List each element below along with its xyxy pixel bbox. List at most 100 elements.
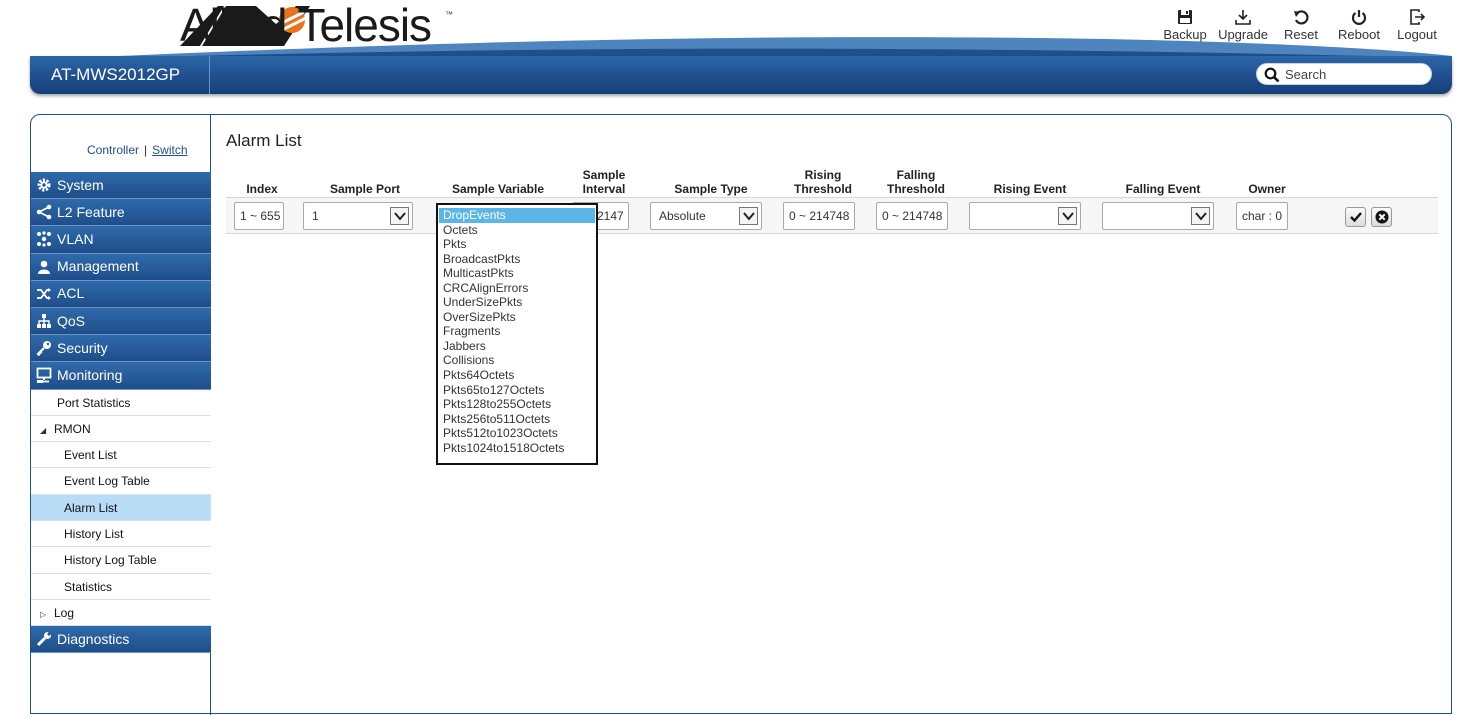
- search-input[interactable]: [1285, 66, 1425, 83]
- rising-threshold-input[interactable]: 0 ~ 214748: [783, 202, 855, 230]
- col-header-owner: Owner: [1248, 182, 1286, 196]
- wrench-icon: [36, 632, 51, 647]
- sample-variable-option[interactable]: OverSizePkts: [438, 310, 596, 325]
- sample-variable-option[interactable]: Collisions: [438, 353, 596, 368]
- sidebar-item-monitoring[interactable]: Monitoring: [31, 362, 211, 390]
- sidebar-item-label: Diagnostics: [57, 630, 130, 647]
- mode-separator: |: [144, 143, 148, 157]
- monitor-icon: [36, 368, 52, 384]
- sidebar-item-label: Security: [57, 339, 108, 356]
- sample-variable-option[interactable]: Pkts64Octets: [438, 368, 596, 383]
- sample-variable-option[interactable]: CRCAlignErrors: [438, 281, 596, 296]
- sample-variable-option[interactable]: DropEvents: [439, 208, 595, 223]
- search-box[interactable]: [1256, 63, 1432, 85]
- sidebar-item-port-statistics[interactable]: Port Statistics: [31, 389, 211, 416]
- reset-button[interactable]: Reset: [1272, 8, 1330, 42]
- sample-variable-option[interactable]: Pkts: [438, 237, 596, 252]
- network-icon: [37, 231, 51, 248]
- sample-variable-option[interactable]: Octets: [438, 223, 596, 238]
- sidebar-item-acl[interactable]: ACL: [31, 280, 211, 308]
- sample-variable-option[interactable]: Fragments: [438, 324, 596, 339]
- backup-button[interactable]: Backup: [1156, 8, 1214, 42]
- cancel-button[interactable]: [1371, 207, 1392, 227]
- col-header-sample-interval-line2: Interval: [582, 182, 626, 196]
- sidebar-item-rmon[interactable]: ◢ RMON: [31, 415, 211, 443]
- sidebar-item-security[interactable]: Security: [31, 335, 211, 363]
- sidebar-item-history-list[interactable]: History List: [31, 520, 211, 548]
- owner-input[interactable]: char : 0: [1236, 202, 1288, 230]
- falling-event-select[interactable]: [1102, 202, 1214, 230]
- toolbar: Backup Upgrade Reset Reboot Logout: [1156, 8, 1446, 42]
- col-header-rising-threshold-line1: Rising: [804, 168, 842, 182]
- sample-variable-option[interactable]: UnderSizePkts: [438, 295, 596, 310]
- close-circle-icon: [1375, 210, 1389, 224]
- page-title: Alarm List: [226, 131, 302, 150]
- sidebar-item-label: Log: [54, 605, 75, 620]
- reboot-button[interactable]: Reboot: [1330, 8, 1388, 42]
- sample-variable-option[interactable]: Pkts65to127Octets: [438, 383, 596, 398]
- sidebar-item-qos[interactable]: QoS: [31, 307, 211, 336]
- sample-port-select[interactable]: 1: [303, 202, 413, 230]
- sidebar: Controller | Switch System L2 Feature VLAN…: [31, 115, 211, 715]
- sidebar-item-l2-feature[interactable]: L2 Feature: [31, 199, 211, 227]
- col-header-sample-variable: Sample Variable: [451, 182, 545, 196]
- controller-link[interactable]: Controller: [87, 143, 139, 157]
- table-divider-bottom: [226, 233, 1438, 234]
- sample-variable-option[interactable]: BroadcastPkts: [438, 252, 596, 267]
- col-header-falling-event: Falling Event: [1125, 182, 1201, 196]
- brand-tm: ™: [445, 10, 453, 19]
- shuffle-icon: [37, 287, 51, 300]
- sample-variable-option[interactable]: MulticastPkts: [438, 266, 596, 281]
- sidebar-item-diagnostics[interactable]: Diagnostics: [31, 626, 211, 654]
- title-bar: AT-MWS2012GP: [30, 56, 1452, 94]
- sample-variable-option[interactable]: Pkts512to1023Octets: [438, 426, 596, 441]
- sidebar-item-event-list[interactable]: Event List: [31, 442, 211, 469]
- sidebar-item-log[interactable]: ▷ Log: [31, 599, 211, 627]
- sample-port-value: 1: [312, 209, 319, 223]
- table-row: 1 ~ 655 1 2147 Absolute 0 ~ 214748 0 ~ 2…: [226, 198, 1438, 233]
- sample-type-value: Absolute: [659, 209, 706, 223]
- header: Allied Telesis ™ Backup Upgrade Reset Re…: [0, 0, 1484, 100]
- chevron-down-icon: [739, 207, 758, 225]
- sample-type-select[interactable]: Absolute: [650, 202, 762, 230]
- reboot-label: Reboot: [1338, 27, 1380, 42]
- col-header-sample-interval-line1: Sample: [582, 168, 626, 182]
- sidebar-item-statistics[interactable]: Statistics: [31, 573, 211, 600]
- sidebar-item-system[interactable]: System: [31, 172, 211, 200]
- index-input[interactable]: 1 ~ 655: [234, 202, 284, 230]
- sidebar-item-history-log-table[interactable]: History Log Table: [31, 547, 211, 574]
- save-icon: [1178, 10, 1192, 24]
- col-header-falling-threshold-line2: Threshold: [886, 182, 945, 196]
- falling-threshold-input[interactable]: 0 ~ 214748: [876, 202, 948, 230]
- check-icon: [1350, 212, 1362, 223]
- logout-button[interactable]: Logout: [1388, 8, 1446, 42]
- sidebar-item-alarm-list[interactable]: Alarm List: [31, 494, 211, 521]
- device-name: AT-MWS2012GP: [30, 56, 210, 94]
- share-icon: [36, 204, 52, 220]
- switch-link[interactable]: Switch: [152, 143, 187, 157]
- main-panel: Controller | Switch System L2 Feature VLAN…: [30, 114, 1452, 715]
- brand-name: Allied Telesis: [180, 0, 432, 51]
- upgrade-label: Upgrade: [1218, 27, 1268, 42]
- col-header-rising-threshold-line2: Threshold: [793, 182, 852, 196]
- search-icon: [1264, 67, 1280, 83]
- sidebar-item-event-log-table[interactable]: Event Log Table: [31, 468, 211, 495]
- apply-button[interactable]: [1345, 207, 1366, 227]
- sample-variable-dropdown[interactable]: DropEvents Octets Pkts BroadcastPkts Multica…: [436, 203, 598, 465]
- mode-switch: Controller | Switch: [87, 143, 188, 157]
- reset-icon: [1294, 10, 1309, 25]
- sample-variable-option[interactable]: Pkts128to255Octets: [438, 397, 596, 412]
- sidebar-item-vlan[interactable]: VLAN: [31, 226, 211, 254]
- logout-icon: [1410, 9, 1426, 25]
- sidebar-item-management[interactable]: Management: [31, 253, 211, 281]
- upgrade-button[interactable]: Upgrade: [1214, 8, 1272, 42]
- sample-variable-option[interactable]: Pkts256to511Octets: [438, 412, 596, 427]
- sample-variable-option[interactable]: Pkts1024to1518Octets: [438, 441, 596, 456]
- col-header-index: Index: [246, 182, 278, 196]
- expanded-triangle-icon: ◢: [40, 425, 47, 435]
- col-header-rising-event: Rising Event: [993, 182, 1067, 196]
- power-icon: [1351, 10, 1367, 25]
- sample-variable-option[interactable]: Jabbers: [438, 339, 596, 354]
- rising-event-select[interactable]: [969, 202, 1081, 230]
- backup-label: Backup: [1163, 27, 1207, 42]
